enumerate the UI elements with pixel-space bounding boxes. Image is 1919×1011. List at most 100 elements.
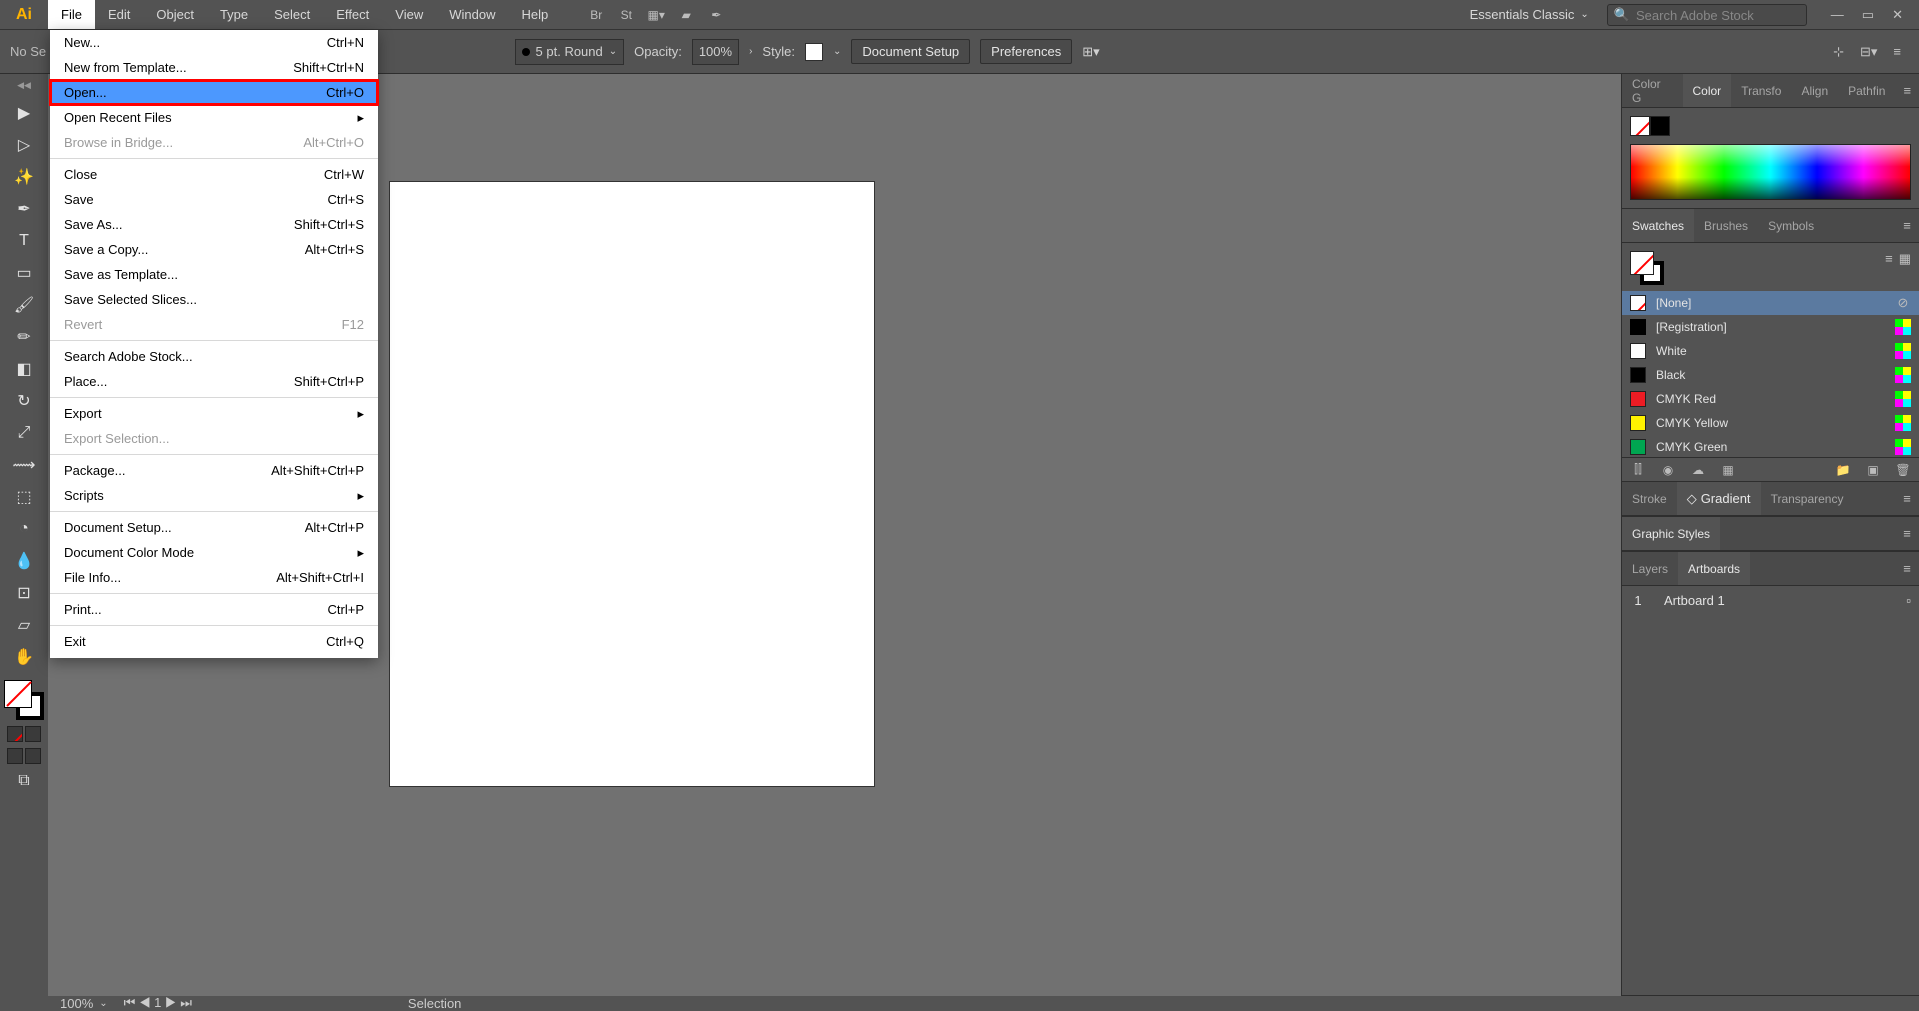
file-menu-item[interactable]: Document Color Mode▸: [50, 540, 378, 565]
arrange-icon[interactable]: ▦▾: [641, 0, 671, 29]
brush-selector[interactable]: 5 pt. Round ⌄: [515, 39, 625, 65]
artboard-options-icon[interactable]: ▫: [1906, 593, 1911, 608]
gradient-mode-icon[interactable]: [25, 726, 41, 742]
stock-icon[interactable]: St: [611, 0, 641, 29]
file-menu-item[interactable]: RevertF12: [50, 312, 378, 337]
menu-help[interactable]: Help: [508, 0, 561, 29]
file-menu-item[interactable]: New...Ctrl+N: [50, 30, 378, 55]
color-mode-icon[interactable]: [7, 726, 23, 742]
library-icon[interactable]: ⫿⫿: [1630, 462, 1646, 478]
file-menu-item[interactable]: Document Setup...Alt+Ctrl+P: [50, 515, 378, 540]
free-transform-tool[interactable]: ⬚: [8, 482, 40, 512]
file-menu-item[interactable]: Scripts▸: [50, 483, 378, 508]
eraser-tool[interactable]: ◧: [8, 354, 40, 384]
width-tool[interactable]: ⟿: [8, 450, 40, 480]
list-icon[interactable]: ≡: [1893, 44, 1901, 59]
menu-edit[interactable]: Edit: [95, 0, 143, 29]
fill-color[interactable]: [4, 680, 32, 708]
document-setup-button[interactable]: Document Setup: [851, 39, 970, 64]
tab-pathfinder[interactable]: Pathfin: [1838, 74, 1895, 107]
panel-menu-icon[interactable]: ≡: [1895, 482, 1919, 515]
tab-stroke[interactable]: Stroke: [1622, 482, 1677, 515]
file-menu-item[interactable]: Print...Ctrl+P: [50, 597, 378, 622]
tab-brushes[interactable]: Brushes: [1694, 209, 1758, 242]
file-menu-item[interactable]: ExitCtrl+Q: [50, 629, 378, 654]
tab-gradient[interactable]: ◇Gradient: [1677, 482, 1761, 515]
scale-tool[interactable]: ⤢: [8, 418, 40, 448]
maximize-icon[interactable]: ▭: [1862, 7, 1874, 23]
swatch-row[interactable]: CMYK Yellow: [1622, 411, 1919, 435]
menu-select[interactable]: Select: [261, 0, 323, 29]
magic-wand-tool[interactable]: ✨: [8, 162, 40, 192]
panel-menu-icon[interactable]: ≡: [1895, 552, 1919, 585]
fill-stroke-mini[interactable]: [1630, 251, 1664, 285]
preferences-button[interactable]: Preferences: [980, 39, 1072, 64]
tab-color-guide[interactable]: Color G: [1622, 74, 1683, 107]
paintbrush-tool[interactable]: 🖌: [8, 290, 40, 320]
bridge-icon[interactable]: Br: [581, 0, 611, 29]
artboard[interactable]: [390, 182, 874, 786]
tab-swatches[interactable]: Swatches: [1622, 209, 1694, 242]
opacity-input[interactable]: 100%: [692, 39, 739, 65]
collapse-icon[interactable]: ◀◀: [17, 80, 31, 96]
isolate-icon[interactable]: ⊟▾: [1860, 44, 1877, 60]
grid-view-icon[interactable]: ▦: [1899, 251, 1911, 267]
shape-builder-tool[interactable]: ◔: [8, 514, 40, 544]
swatch-row[interactable]: CMYK Green: [1622, 435, 1919, 457]
minimize-icon[interactable]: —: [1831, 7, 1844, 22]
chevron-down-icon[interactable]: ⌄: [833, 46, 841, 57]
close-icon[interactable]: ✕: [1892, 7, 1903, 23]
tab-transparency[interactable]: Transparency: [1761, 482, 1854, 515]
file-menu-item[interactable]: Package...Alt+Shift+Ctrl+P: [50, 458, 378, 483]
eyedropper-tool[interactable]: 💧: [8, 546, 40, 576]
feather-icon[interactable]: ✒: [701, 0, 731, 29]
type-tool[interactable]: T: [8, 226, 40, 256]
rotate-tool[interactable]: ↻: [8, 386, 40, 416]
symbol-sprayer-tool[interactable]: ⊡: [8, 578, 40, 608]
artboard-tool[interactable]: ▱: [8, 610, 40, 640]
artboard-row[interactable]: 1 Artboard 1 ▫: [1622, 586, 1919, 614]
align-icon[interactable]: ⊞▾: [1082, 44, 1099, 60]
swatch-row[interactable]: White: [1622, 339, 1919, 363]
file-menu-item[interactable]: Open Recent Files▸: [50, 105, 378, 130]
tab-artboards[interactable]: Artboards: [1678, 552, 1750, 585]
file-menu-item[interactable]: Search Adobe Stock...: [50, 344, 378, 369]
swatch-row[interactable]: Black: [1622, 363, 1919, 387]
file-menu-item[interactable]: Save Selected Slices...: [50, 287, 378, 312]
selection-tool[interactable]: ▶: [8, 98, 40, 128]
menu-type[interactable]: Type: [207, 0, 261, 29]
tab-align[interactable]: Align: [1791, 74, 1838, 107]
tab-graphic-styles[interactable]: Graphic Styles: [1622, 517, 1720, 550]
transform-icon[interactable]: ⊹: [1833, 44, 1844, 60]
color-spectrum[interactable]: [1630, 144, 1911, 200]
rectangle-tool[interactable]: ▭: [8, 258, 40, 288]
panel-menu-icon[interactable]: ≡: [1895, 517, 1919, 550]
tab-color[interactable]: Color: [1683, 74, 1732, 107]
color-none-swatch[interactable]: [1630, 116, 1650, 136]
new-swatch-icon[interactable]: ▣: [1865, 462, 1881, 478]
color-black-swatch[interactable]: [1650, 116, 1670, 136]
chevron-down-icon[interactable]: ⌄: [99, 998, 107, 1009]
show-kinds-icon[interactable]: ◉: [1660, 462, 1676, 478]
tab-layers[interactable]: Layers: [1622, 552, 1678, 585]
file-menu-item[interactable]: Open...Ctrl+O: [50, 80, 378, 105]
menu-object[interactable]: Object: [143, 0, 207, 29]
panel-menu-icon[interactable]: ≡: [1895, 209, 1919, 242]
file-menu-item[interactable]: Save a Copy...Alt+Ctrl+S: [50, 237, 378, 262]
search-stock-input[interactable]: 🔍 Search Adobe Stock: [1607, 4, 1807, 26]
menu-file[interactable]: File: [48, 0, 95, 29]
pen-tool[interactable]: ✒: [8, 194, 40, 224]
file-menu-item[interactable]: Export▸: [50, 401, 378, 426]
swatch-row[interactable]: [Registration]: [1622, 315, 1919, 339]
hand-tool[interactable]: ✋: [8, 642, 40, 672]
screen-mode-icon[interactable]: ⧉: [8, 766, 40, 796]
draw-behind-icon[interactable]: [25, 748, 41, 764]
new-group-icon[interactable]: 📁: [1835, 462, 1851, 478]
menu-view[interactable]: View: [382, 0, 436, 29]
tab-symbols[interactable]: Symbols: [1758, 209, 1824, 242]
pencil-tool[interactable]: ✏: [8, 322, 40, 352]
file-menu-item[interactable]: CloseCtrl+W: [50, 162, 378, 187]
chevron-right-icon[interactable]: ›: [749, 46, 752, 57]
delete-swatch-icon[interactable]: 🗑: [1895, 462, 1911, 478]
artboard-nav[interactable]: ⏮ ◀ 1 ▶ ⏭: [124, 995, 192, 1011]
